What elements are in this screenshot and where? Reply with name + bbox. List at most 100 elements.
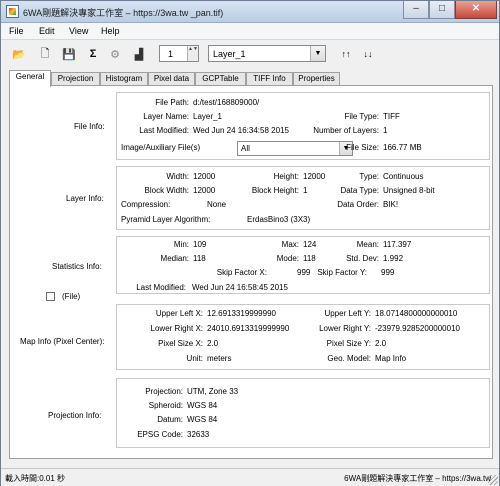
menu-edit[interactable]: Edit <box>39 26 55 36</box>
data-type-label: Data Type: <box>340 186 379 195</box>
block-width-value: 12000 <box>193 186 216 195</box>
lower-right-x-value: 24010.6913319999990 <box>207 324 290 333</box>
num-layers-label: Number of Layers: <box>313 126 379 135</box>
chevron-down-icon[interactable]: ▼ <box>310 46 325 61</box>
save-disk-icon[interactable]: 💾 <box>61 46 77 62</box>
toolbar: 📂 🗋 💾 Σ ⚙ ▟ 1 ▲▼ Layer_1 ▼ ↑↑ ↓↓ <box>1 41 499 67</box>
pixel-size-y-value: 2.0 <box>375 339 387 348</box>
height-label: Height: <box>273 172 299 181</box>
sort-ascending-icon[interactable]: ↑↑ <box>337 46 355 62</box>
lower-right-x-label: Lower Right X: <box>150 324 203 333</box>
open-folder-icon[interactable]: 📂 <box>11 46 27 62</box>
geo-model-value: Map Info <box>375 354 407 363</box>
std-dev-value: 1.992 <box>383 254 404 263</box>
tab-properties[interactable]: Properties <box>293 72 340 86</box>
menu-help[interactable]: Help <box>101 26 120 36</box>
mode-value: 118 <box>303 254 316 263</box>
aux-files-select-value: All <box>241 144 250 153</box>
unit-label: Unit: <box>186 354 203 363</box>
geo-model-label: Geo. Model: <box>327 354 371 363</box>
projection-label: Projection: <box>145 387 183 396</box>
maximize-button[interactable]: □ <box>429 1 455 19</box>
min-value: 109 <box>193 240 207 249</box>
tab-pixel-data[interactable]: Pixel data <box>148 72 195 86</box>
minimize-button[interactable]: – <box>403 1 429 19</box>
pixel-size-x-value: 2.0 <box>207 339 219 348</box>
median-value: 118 <box>193 254 206 263</box>
data-type-value: Unsigned 8-bit <box>383 186 435 195</box>
tab-projection[interactable]: Projection <box>51 72 100 86</box>
menu-file[interactable]: File <box>9 26 24 36</box>
spinner-arrows-icon[interactable]: ▲▼ <box>187 46 198 61</box>
sort-descending-icon[interactable]: ↓↓ <box>359 46 377 62</box>
aux-files-label: Image/Auxiliary File(s) <box>121 143 201 152</box>
spheroid-value: WGS 84 <box>187 401 218 410</box>
menu-view[interactable]: View <box>69 26 88 36</box>
sigma-icon[interactable]: Σ <box>85 46 101 62</box>
last-modified-label: Last Modified: <box>139 126 189 135</box>
close-button[interactable]: ✕ <box>455 1 497 19</box>
status-bar: 載入時間:0.01 秒 6WA剛題解決專家工作室 – https://3wa.t… <box>1 468 499 486</box>
upper-left-y-value: 18.0714800000000010 <box>375 309 458 318</box>
data-order-value: BIK! <box>383 200 399 209</box>
file-path-label: File Path: <box>155 98 189 107</box>
band-number-value: 1 <box>168 49 174 59</box>
file-info-section-label: File Info: <box>74 122 105 131</box>
stats-last-modified-label: Last Modified: <box>136 283 186 292</box>
histogram-icon[interactable]: ▟ <box>131 46 147 62</box>
tab-histogram[interactable]: Histogram <box>100 72 148 86</box>
epsg-code-value: 32633 <box>187 430 210 439</box>
band-number-spinner[interactable]: 1 ▲▼ <box>159 45 199 62</box>
projection-value: UTM, Zone 33 <box>187 387 239 396</box>
layer-select[interactable]: Layer_1 ▼ <box>208 45 326 62</box>
map-info-group: Upper Left X: 12.6913319999990 Upper Lef… <box>116 304 490 370</box>
layer-name-label: Layer Name: <box>143 112 189 121</box>
spheroid-label: Spheroid: <box>148 401 183 410</box>
block-width-label: Block Width: <box>144 186 189 195</box>
width-label: Width: <box>166 172 189 181</box>
tab-gcptable[interactable]: GCPTable <box>195 72 246 86</box>
settings-gear-icon[interactable]: ⚙ <box>107 46 123 62</box>
file-size-value: 166.77 MB <box>383 143 422 152</box>
type-label: Type: <box>359 172 379 181</box>
upper-left-x-label: Upper Left X: <box>155 309 203 318</box>
max-label: Max: <box>281 240 299 249</box>
compression-value: None <box>207 200 227 209</box>
file-checkbox[interactable] <box>46 292 55 301</box>
menu-bar: File Edit View Help <box>1 23 499 40</box>
skip-factor-x-label: Skip Factor X: <box>216 268 267 277</box>
mode-label: Mode: <box>276 254 299 263</box>
type-value: Continuous <box>383 172 424 181</box>
lower-right-y-value: -23979.9285200000010 <box>375 324 460 333</box>
lower-right-y-label: Lower Right Y: <box>319 324 371 333</box>
skip-factor-y-label: Skip Factor Y: <box>317 268 367 277</box>
upper-left-y-label: Upper Left Y: <box>324 309 371 318</box>
block-height-label: Block Height: <box>251 186 299 195</box>
pixel-size-y-label: Pixel Size Y: <box>326 339 371 348</box>
datum-value: WGS 84 <box>187 415 218 424</box>
projection-info-section-label: Projection Info: <box>48 411 102 420</box>
datum-label: Datum: <box>157 415 183 424</box>
file-checkbox-label: (File) <box>62 292 81 301</box>
max-value: 124 <box>303 240 317 249</box>
pyramid-label: Pyramid Layer Algorithm: <box>121 215 211 224</box>
mean-label: Mean: <box>356 240 379 249</box>
tab-tiff-info[interactable]: TIFF Info <box>246 72 293 86</box>
block-height-value: 1 <box>303 186 308 195</box>
file-size-label: File Size: <box>346 143 379 152</box>
title-bar[interactable]: 6WA剛題解決專家工作室 – https://3wa.tw _pan.tif) … <box>1 1 499 23</box>
upper-left-x-value: 12.6913319999990 <box>207 309 276 318</box>
compression-label: Compression: <box>121 200 171 209</box>
load-time-text: 載入時間:0.01 秒 <box>5 474 66 483</box>
median-label: Median: <box>160 254 189 263</box>
resize-grip-icon[interactable] <box>488 475 498 485</box>
map-info-section-label: Map Info (Pixel Center): <box>20 337 105 346</box>
tab-general[interactable]: General <box>9 70 51 87</box>
pixel-size-x-label: Pixel Size X: <box>158 339 203 348</box>
new-document-icon[interactable]: 🗋 <box>37 46 53 62</box>
epsg-code-label: EPSG Code: <box>137 430 183 439</box>
statistics-info-section-label: Statistics Info: <box>52 262 102 271</box>
projection-info-group: Projection: UTM, Zone 33 Spheroid: WGS 8… <box>116 378 490 448</box>
image-info-window: 6WA剛題解決專家工作室 – https://3wa.tw _pan.tif) … <box>0 0 500 486</box>
data-order-label: Data Order: <box>337 200 379 209</box>
